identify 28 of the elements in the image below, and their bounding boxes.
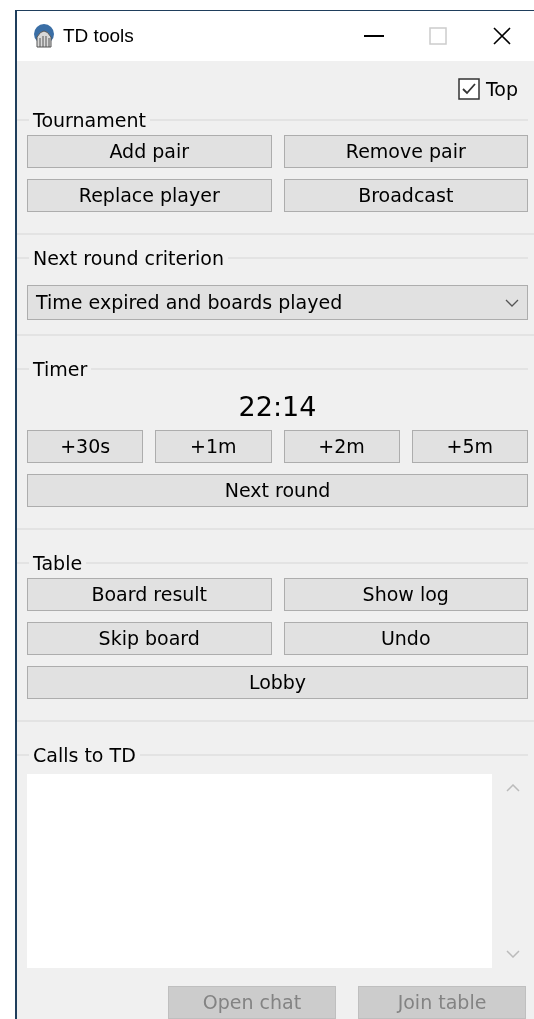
button[interactable]: +5m [411,430,528,463]
button[interactable]: +30s [27,430,144,463]
checkbox[interactable] [457,78,480,100]
button[interactable]: Next round [27,474,528,507]
button[interactable]: +2m [283,430,400,463]
dropdown[interactable]: Time expired and boards played [27,285,528,320]
button[interactable]: Remove pair [283,135,528,168]
timer-display: 22:14 [237,390,318,424]
group-label: Next round criterion [32,245,225,271]
chevron-up-icon[interactable] [506,784,520,792]
checkbox-label[interactable]: Top [485,74,518,104]
group-label: Tournament [32,107,147,133]
group-label: Table [32,550,84,576]
button[interactable]: Undo [283,622,528,655]
button[interactable]: Skip board [27,622,272,655]
group-label: Timer [32,356,89,382]
button[interactable]: Broadcast [283,179,528,212]
button[interactable]: Replace player [27,179,272,212]
chevron-down-icon [505,298,519,307]
button[interactable]: +1m [155,430,272,463]
group-label: Calls to TD [32,742,137,768]
button[interactable]: Add pair [27,135,272,168]
window-title: TD tools [63,23,134,48]
button[interactable]: Board result [27,578,272,611]
button[interactable]: Lobby [27,666,528,699]
chevron-down-icon[interactable] [506,950,520,958]
app-icon [31,23,57,49]
button[interactable]: Show log [283,578,528,611]
